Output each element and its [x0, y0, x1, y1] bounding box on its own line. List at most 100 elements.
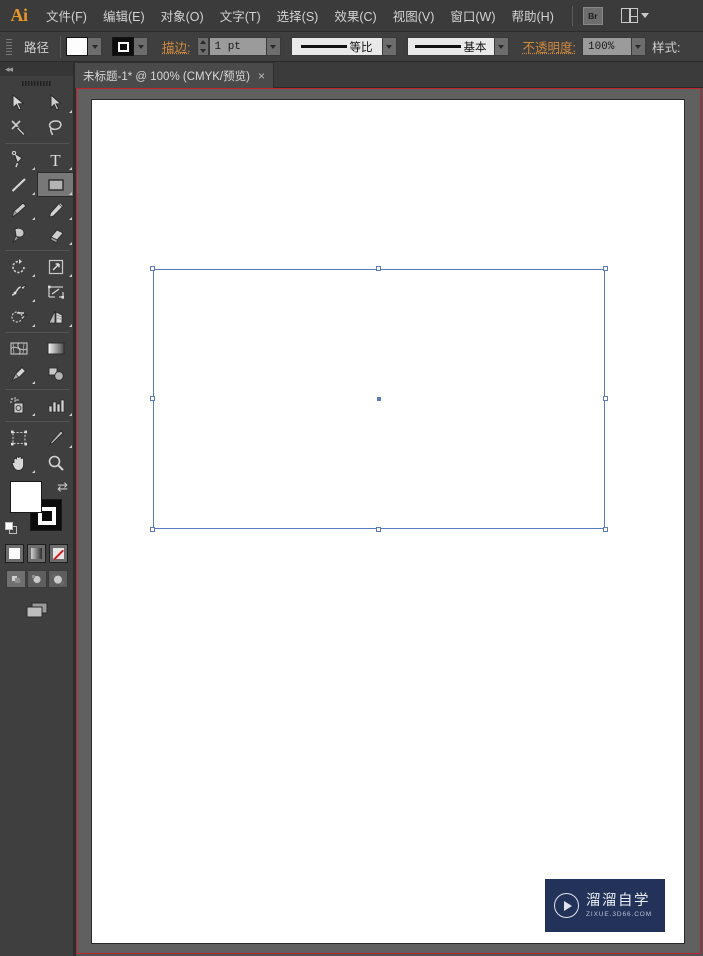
pen-tool[interactable]: [0, 147, 37, 172]
tools-divider: [5, 332, 69, 333]
close-icon[interactable]: ×: [258, 70, 265, 82]
free-transform-tool[interactable]: [37, 279, 74, 304]
blend-tool[interactable]: [37, 361, 74, 386]
chevron-down-icon: [270, 44, 276, 49]
width-tool[interactable]: [0, 279, 37, 304]
handle-top-left[interactable]: [150, 266, 155, 271]
direct-selection-tool[interactable]: [37, 90, 74, 115]
watermark-title: 溜溜自学: [586, 892, 650, 909]
mesh-tool[interactable]: [0, 336, 37, 361]
arrange-documents-button[interactable]: [620, 8, 649, 23]
tool-flyout-indicator: [32, 470, 35, 473]
document-tab-bar: 未标题-1* @ 100% (CMYK/预览) ×: [0, 62, 703, 88]
draw-inside-button[interactable]: [47, 570, 68, 588]
default-fill-stroke-icon[interactable]: [5, 522, 18, 535]
menu-type[interactable]: 文字(T): [212, 0, 269, 32]
eyedropper-tool[interactable]: [0, 361, 37, 386]
svg-text:T: T: [50, 151, 61, 169]
handle-middle-left[interactable]: [150, 396, 155, 401]
tools-divider: [5, 421, 69, 422]
control-bar-grip[interactable]: [4, 36, 14, 57]
width-profile-dropdown-button[interactable]: [382, 37, 397, 56]
draw-normal-button[interactable]: [5, 570, 26, 588]
handle-bottom-left[interactable]: [150, 527, 155, 532]
opacity-input[interactable]: 100%: [581, 37, 632, 56]
document-tab-untitled-1[interactable]: 未标题-1* @ 100% (CMYK/预览) ×: [74, 62, 274, 88]
artboard-tool[interactable]: [0, 425, 37, 450]
rotate-tool[interactable]: [0, 254, 37, 279]
menu-view[interactable]: 视图(V): [385, 0, 443, 32]
tools-panel-grip[interactable]: [0, 76, 73, 90]
chevron-down-icon: [137, 44, 144, 49]
width-profile-label: 等比: [349, 41, 373, 54]
menu-effect[interactable]: 效果(C): [326, 0, 384, 32]
fill-stroke-proxy: ⇄: [0, 479, 74, 541]
double-chevron-left-icon: ◂◂: [5, 63, 13, 74]
stroke-color-swatch[interactable]: [112, 37, 135, 56]
stroke-weight-dropdown-button[interactable]: [266, 37, 281, 56]
handle-middle-right[interactable]: [603, 396, 608, 401]
handle-top-right[interactable]: [603, 266, 608, 271]
rectangle-tool[interactable]: [37, 172, 74, 197]
lasso-tool[interactable]: [37, 115, 74, 140]
width-profile-combo[interactable]: 等比: [290, 37, 383, 56]
hand-tool[interactable]: [0, 450, 37, 475]
type-tool[interactable]: T: [37, 147, 74, 172]
bridge-button[interactable]: Br: [582, 6, 603, 25]
selected-rectangle[interactable]: [150, 266, 608, 532]
stroke-control[interactable]: [112, 37, 149, 56]
selection-tool[interactable]: [0, 90, 37, 115]
blob-brush-tool[interactable]: [0, 222, 37, 247]
eraser-tool[interactable]: [37, 222, 74, 247]
magic-wand-tool[interactable]: [0, 115, 37, 140]
slice-tool[interactable]: [37, 425, 74, 450]
fill-color-swatch[interactable]: [66, 37, 89, 56]
menu-window[interactable]: 窗口(W): [442, 0, 503, 32]
none-paint-button[interactable]: [49, 544, 68, 563]
symbol-sprayer-tool[interactable]: [0, 393, 37, 418]
handle-bottom-center[interactable]: [376, 527, 381, 532]
app-logo-icon: Ai: [10, 5, 29, 25]
menu-file[interactable]: 文件(F): [38, 0, 95, 32]
gradient-paint-button[interactable]: [27, 544, 46, 563]
handle-bottom-right[interactable]: [603, 527, 608, 532]
handle-top-center[interactable]: [376, 266, 381, 271]
chevron-down-icon: [635, 44, 642, 49]
stroke-weight-label[interactable]: 描边:: [156, 37, 196, 56]
swap-fill-stroke-icon[interactable]: ⇄: [57, 479, 68, 495]
menu-divider: [571, 5, 573, 26]
draw-behind-button[interactable]: [26, 570, 47, 588]
brush-definition-dropdown-button[interactable]: [494, 37, 509, 56]
menu-help[interactable]: 帮助(H): [504, 0, 562, 32]
menu-edit[interactable]: 编辑(E): [95, 0, 153, 32]
menu-object[interactable]: 对象(O): [153, 0, 212, 32]
stroke-dropdown-button[interactable]: [134, 37, 149, 56]
stroke-weight-input[interactable]: 1 pt: [208, 37, 267, 56]
chevron-down-icon: [640, 13, 649, 18]
play-circle-icon: [554, 893, 579, 918]
tool-flyout-indicator: [69, 192, 72, 195]
zoom-tool[interactable]: [37, 450, 74, 475]
fill-proxy-swatch[interactable]: [10, 481, 42, 513]
fill-control[interactable]: [66, 37, 103, 56]
chevron-down-icon: [199, 48, 206, 53]
tool-flyout-indicator: [69, 242, 72, 245]
tool-flyout-indicator: [32, 324, 35, 327]
paintbrush-tool[interactable]: [0, 197, 37, 222]
pencil-tool[interactable]: [37, 197, 74, 222]
brush-definition-combo[interactable]: 基本: [406, 37, 495, 56]
change-screen-mode-button[interactable]: [24, 600, 50, 625]
scale-tool[interactable]: [37, 254, 74, 279]
opacity-dropdown-button[interactable]: [631, 37, 646, 56]
perspective-grid-tool[interactable]: [37, 304, 74, 329]
opacity-label[interactable]: 不透明度:: [517, 37, 582, 56]
menu-select[interactable]: 选择(S): [269, 0, 327, 32]
fill-dropdown-button[interactable]: [88, 37, 103, 56]
color-paint-button[interactable]: [5, 544, 24, 563]
column-graph-tool[interactable]: [37, 393, 74, 418]
line-segment-tool[interactable]: [0, 172, 37, 197]
shape-builder-tool[interactable]: [0, 304, 37, 329]
gradient-tool[interactable]: [37, 336, 74, 361]
stroke-weight-stepper[interactable]: [196, 37, 209, 56]
tools-panel-collapse-button[interactable]: ◂◂: [0, 62, 73, 76]
